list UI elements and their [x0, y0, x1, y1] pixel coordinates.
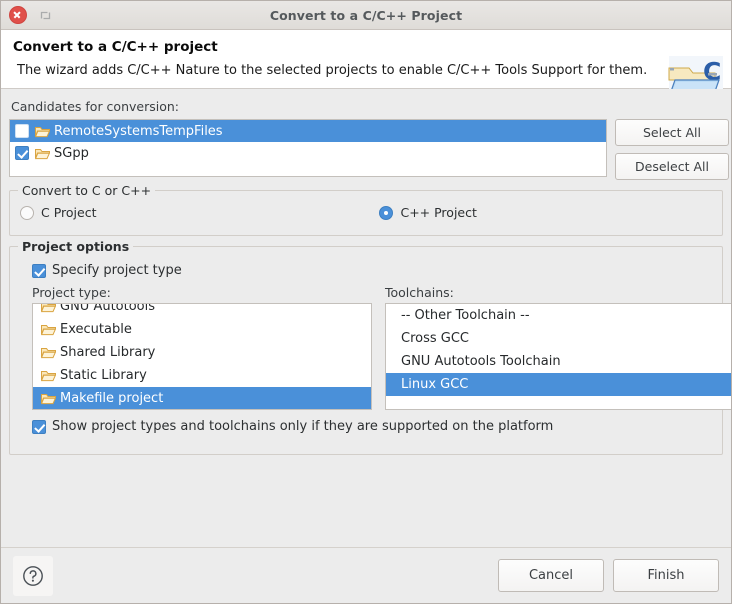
list-item-label: RemoteSystemsTempFiles: [54, 123, 223, 139]
list-item-label: Makefile project: [60, 391, 164, 406]
help-icon: [23, 565, 43, 586]
list-item-label: Static Library: [60, 368, 147, 383]
platform-filter-checkbox[interactable]: [32, 419, 46, 434]
project-type-label: Project type:: [32, 285, 111, 300]
folder-icon: [41, 323, 56, 336]
project-type-list[interactable]: GNU Autotools Executable Shared Library …: [32, 303, 372, 410]
list-item-label: Shared Library: [60, 345, 156, 360]
project-type-column: Project type: GNU Autotools Executable S…: [32, 285, 372, 410]
list-item[interactable]: GNU Autotools: [33, 303, 371, 318]
toolchains-column: Toolchains: -- Other Toolchain -- Cross …: [385, 285, 731, 410]
close-icon[interactable]: [9, 6, 27, 24]
folder-icon: [41, 346, 56, 359]
wizard-banner: Convert to a C/C++ project The wizard ad…: [1, 30, 731, 110]
platform-filter-checkbox-row[interactable]: Show project types and toolchains only i…: [32, 419, 712, 434]
toolchains-list[interactable]: -- Other Toolchain -- Cross GCC GNU Auto…: [385, 303, 731, 410]
folder-icon: [35, 125, 50, 138]
list-item[interactable]: -- Other Toolchain --: [386, 304, 731, 327]
convert-to-c-or-cpp-group: Convert to C or C++ C Project C++ Projec…: [9, 183, 723, 236]
list-item-label: SGpp: [54, 145, 89, 161]
restore-icon[interactable]: [39, 9, 52, 22]
dialog-body: Candidates for conversion: RemoteSystems…: [1, 89, 731, 547]
type-and-toolchain-lists: Project type: GNU Autotools Executable S…: [32, 285, 731, 410]
cancel-button[interactable]: Cancel: [498, 559, 604, 592]
select-all-button[interactable]: Select All: [615, 119, 729, 146]
candidates-list[interactable]: RemoteSystemsTempFiles SGpp: [9, 119, 607, 177]
radio-c-project[interactable]: C Project: [20, 205, 96, 220]
list-item[interactable]: Linux GCC: [386, 373, 731, 396]
radio-cpp-project[interactable]: C++ Project: [379, 205, 477, 220]
folder-icon: [41, 304, 56, 313]
list-item[interactable]: Shared Library: [33, 341, 371, 364]
convert-group-title: Convert to C or C++: [18, 183, 156, 198]
dialog-footer: Cancel Finish: [1, 547, 731, 603]
candidate-checkbox[interactable]: [15, 146, 29, 160]
list-item-label: Executable: [60, 322, 132, 337]
list-item[interactable]: RemoteSystemsTempFiles: [10, 120, 606, 142]
specify-project-type-label: Specify project type: [52, 263, 182, 278]
wizard-description: The wizard adds C/C++ Nature to the sele…: [17, 63, 648, 78]
specify-project-type-checkbox-row[interactable]: Specify project type: [32, 263, 712, 278]
finish-button[interactable]: Finish: [613, 559, 719, 592]
window-title: Convert to a C/C++ Project: [269, 7, 463, 23]
folder-icon: [41, 392, 56, 405]
project-options-title: Project options: [18, 239, 134, 254]
radio-indicator[interactable]: [379, 205, 394, 220]
candidates-label: Candidates for conversion:: [11, 99, 179, 114]
list-item-label: Linux GCC: [401, 377, 469, 392]
specify-project-type-checkbox[interactable]: [32, 263, 46, 278]
candidates-buttons: Select All Deselect All: [615, 119, 729, 180]
wizard-title: Convert to a C/C++ project: [13, 39, 218, 55]
list-item[interactable]: SGpp: [10, 142, 606, 164]
list-item[interactable]: Static Library: [33, 364, 371, 387]
convert-radio-row: C Project C++ Project: [20, 205, 712, 220]
title-bar: Convert to a C/C++ Project: [1, 1, 731, 30]
list-item[interactable]: Executable: [33, 318, 371, 341]
candidates-row: RemoteSystemsTempFiles SGpp Select All D…: [9, 119, 729, 180]
list-item[interactable]: Makefile project: [33, 387, 371, 409]
list-item-label: Cross GCC: [401, 331, 469, 346]
project-options-group: Project options Specify project type Pro…: [9, 239, 731, 455]
platform-filter-label: Show project types and toolchains only i…: [52, 419, 554, 434]
radio-indicator[interactable]: [20, 205, 34, 220]
folder-icon: [41, 369, 56, 382]
list-item[interactable]: Cross GCC: [386, 327, 731, 350]
list-item-label: GNU Autotools: [60, 303, 156, 314]
help-button[interactable]: [13, 555, 53, 596]
radio-label: C++ Project: [400, 205, 477, 220]
deselect-all-button[interactable]: Deselect All: [615, 153, 729, 180]
radio-label: C Project: [41, 205, 97, 220]
folder-icon: [35, 147, 50, 160]
toolchains-label: Toolchains:: [385, 285, 454, 300]
convert-to-cpp-project-dialog: Convert to a C/C++ Project Convert to a …: [0, 0, 732, 604]
list-item-label: GNU Autotools Toolchain: [401, 354, 561, 369]
list-item-label: -- Other Toolchain --: [401, 308, 530, 323]
list-item[interactable]: GNU Autotools Toolchain: [386, 350, 731, 373]
candidate-checkbox[interactable]: [15, 124, 29, 138]
